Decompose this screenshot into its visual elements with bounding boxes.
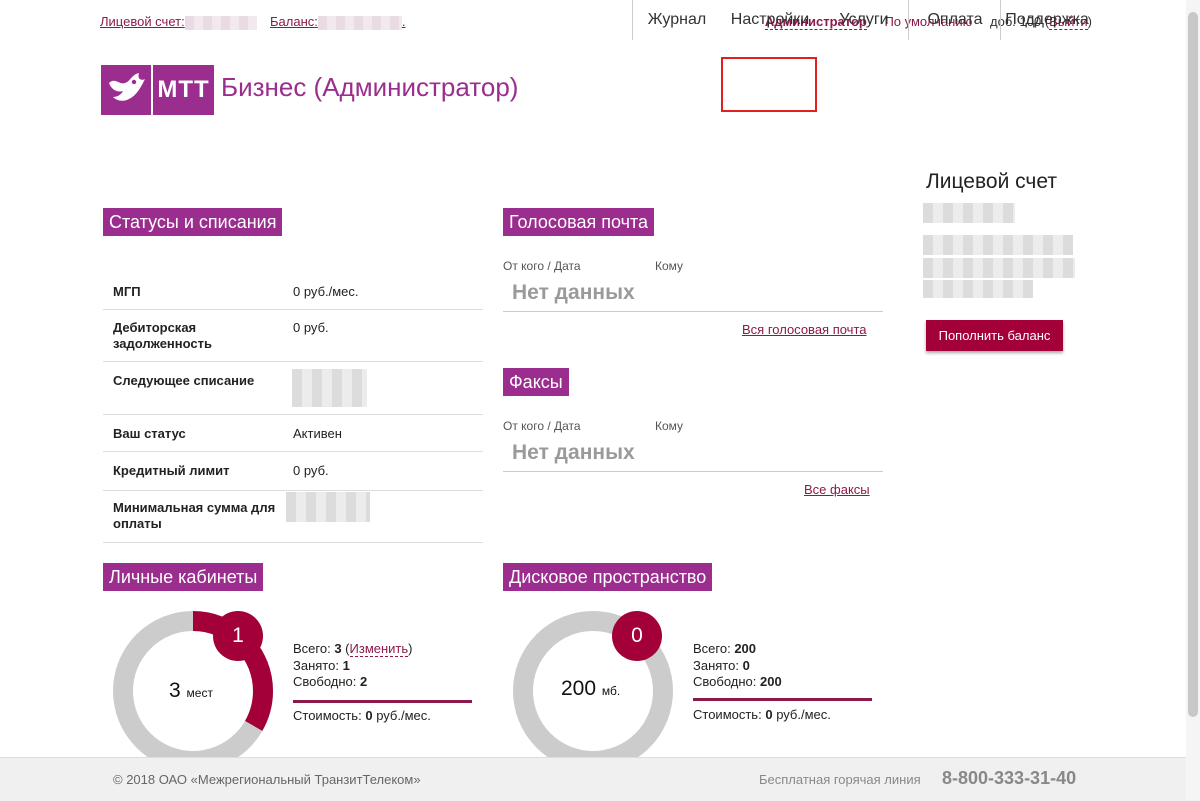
hotline-phone: 8-800-333-31-40 [942, 768, 1077, 788]
all-voicemail-link[interactable]: Вся голосовая почта [742, 322, 867, 337]
hotline-label: Бесплатная горячая линия [759, 772, 921, 787]
voicemail-empty: Нет данных [512, 281, 635, 304]
balance-link[interactable]: Баланс:. [270, 14, 406, 30]
redacted-account-line [923, 235, 1073, 255]
nav-journal[interactable]: Журнал [632, 0, 721, 40]
disk-center: 200 мб. [561, 677, 621, 700]
faxes-col-from: От кого / Дата [503, 419, 581, 433]
disk-stats: Всего: 200 Занято: 0 Свободно: 200 [693, 641, 782, 689]
logo-text[interactable]: МТТ [153, 65, 214, 115]
redacted-account-line [923, 258, 1075, 278]
change-link[interactable]: Изменить [349, 641, 409, 657]
cabinets-center: 3 мест [169, 679, 213, 702]
status-row: Кредитный лимит 0 руб. [103, 451, 483, 491]
voicemail-title: Голосовая почта [503, 208, 654, 236]
nav-services[interactable]: Услуги [820, 0, 908, 40]
nav-active-highlight [721, 57, 817, 112]
disk-divider [693, 698, 872, 701]
cabinets-divider [293, 700, 472, 703]
disk-cost: Стоимость: 0 руб./мес. [693, 707, 831, 722]
voicemail-col-from: От кого / Дата [503, 259, 581, 273]
faxes-title: Факсы [503, 368, 569, 396]
nav-support[interactable]: Поддержка [1000, 0, 1093, 40]
divider [503, 471, 883, 472]
footer: © 2018 ОАО «Межрегиональный ТранзитТелек… [0, 757, 1200, 801]
cabinets-badge: 1 [213, 611, 263, 661]
top-up-balance-button[interactable]: Пополнить баланс [926, 320, 1063, 351]
faxes-empty: Нет данных [512, 441, 635, 464]
copyright: © 2018 ОАО «Межрегиональный ТранзитТелек… [113, 772, 421, 787]
status-row: МГП 0 руб./мес. [103, 272, 483, 310]
scrollbar-thumb[interactable] [1188, 12, 1198, 717]
redacted-account-line [923, 280, 1033, 298]
redacted-account-line [923, 203, 1015, 223]
redacted-value [292, 369, 367, 407]
status-row: Минимальная сумма для оплаты [103, 490, 483, 543]
account-title: Лицевой счет [926, 170, 1057, 193]
status-row: Ваш статус Активен [103, 414, 483, 452]
brand-title: Бизнес (Администратор) [221, 72, 519, 102]
voicemail-col-to: Кому [655, 259, 684, 273]
faxes-col-to: Кому [655, 419, 684, 433]
nav-settings[interactable]: Настройки [720, 0, 820, 40]
page-scrollbar[interactable] [1186, 0, 1200, 800]
bird-logo-icon[interactable] [101, 65, 151, 115]
nav-payment[interactable]: Оплата [908, 0, 1001, 40]
account-link[interactable]: Лицевой счет: [100, 14, 257, 30]
cabinets-cost: Стоимость: 0 руб./мес. [293, 708, 431, 723]
all-faxes-link[interactable]: Все факсы [804, 482, 870, 497]
cabinets-title: Личные кабинеты [103, 563, 264, 591]
redacted-value [286, 492, 370, 522]
status-row: Следующее списание [103, 361, 483, 415]
disk-title: Дисковое пространство [503, 563, 713, 591]
cabinets-stats: Всего: 3 (Изменить) Занято: 1 Свободно: … [293, 641, 413, 689]
statuses-title: Статусы и списания [103, 208, 283, 236]
disk-badge: 0 [612, 611, 662, 661]
status-row: Дебиторская задолженность 0 руб. [103, 309, 483, 362]
divider [503, 311, 883, 312]
